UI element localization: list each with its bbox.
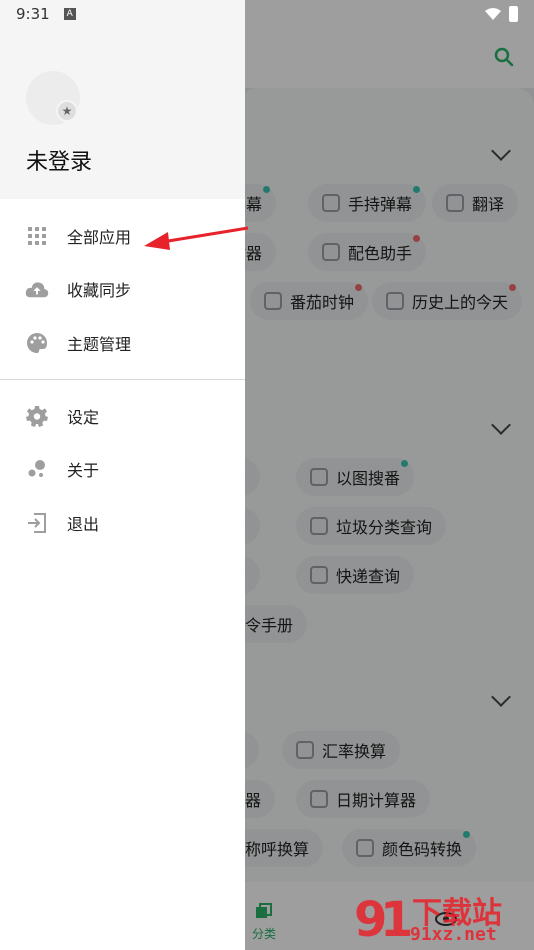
menu-item-about[interactable]: 关于 [0,449,245,489]
navigation-drawer: ★ 未登录 全部应用 收藏同步 主题管理 设定 关于 退出 [0,0,245,950]
cloud-upload-icon [25,277,49,301]
about-icon [25,457,49,481]
menu-item-settings[interactable]: 设定 [0,396,245,436]
menu-item-sync[interactable]: 收藏同步 [0,269,245,309]
star-icon: ★ [56,100,78,122]
menu-item-theme[interactable]: 主题管理 [0,323,245,363]
status-bar: 9:31 A [0,0,534,28]
menu-item-label: 收藏同步 [67,281,132,300]
palette-icon [25,331,49,355]
menu-item-label: 设定 [67,408,100,427]
menu-item-label: 关于 [67,461,100,480]
menu-item-label: 退出 [67,515,100,534]
grid-icon [25,224,49,248]
drawer-divider [0,379,245,380]
watermark-logo: 9 1 下载站 91xz.net [350,886,530,948]
wifi-icon [485,8,501,20]
drawer-header: ★ 未登录 [0,0,245,199]
username-label[interactable]: 未登录 [26,144,92,176]
notification-a-icon: A [63,8,76,20]
menu-item-logout[interactable]: 退出 [0,503,245,543]
annotation-arrow-icon [144,226,249,250]
watermark-url: 91xz.net [410,924,497,945]
svg-text:1: 1 [380,892,413,946]
battery-icon [509,6,518,22]
menu-item-label: 全部应用 [67,228,132,247]
gear-icon [25,404,49,428]
logout-icon [25,511,49,535]
menu-item-label: 主题管理 [67,335,132,354]
status-time: 9:31 [16,5,50,23]
